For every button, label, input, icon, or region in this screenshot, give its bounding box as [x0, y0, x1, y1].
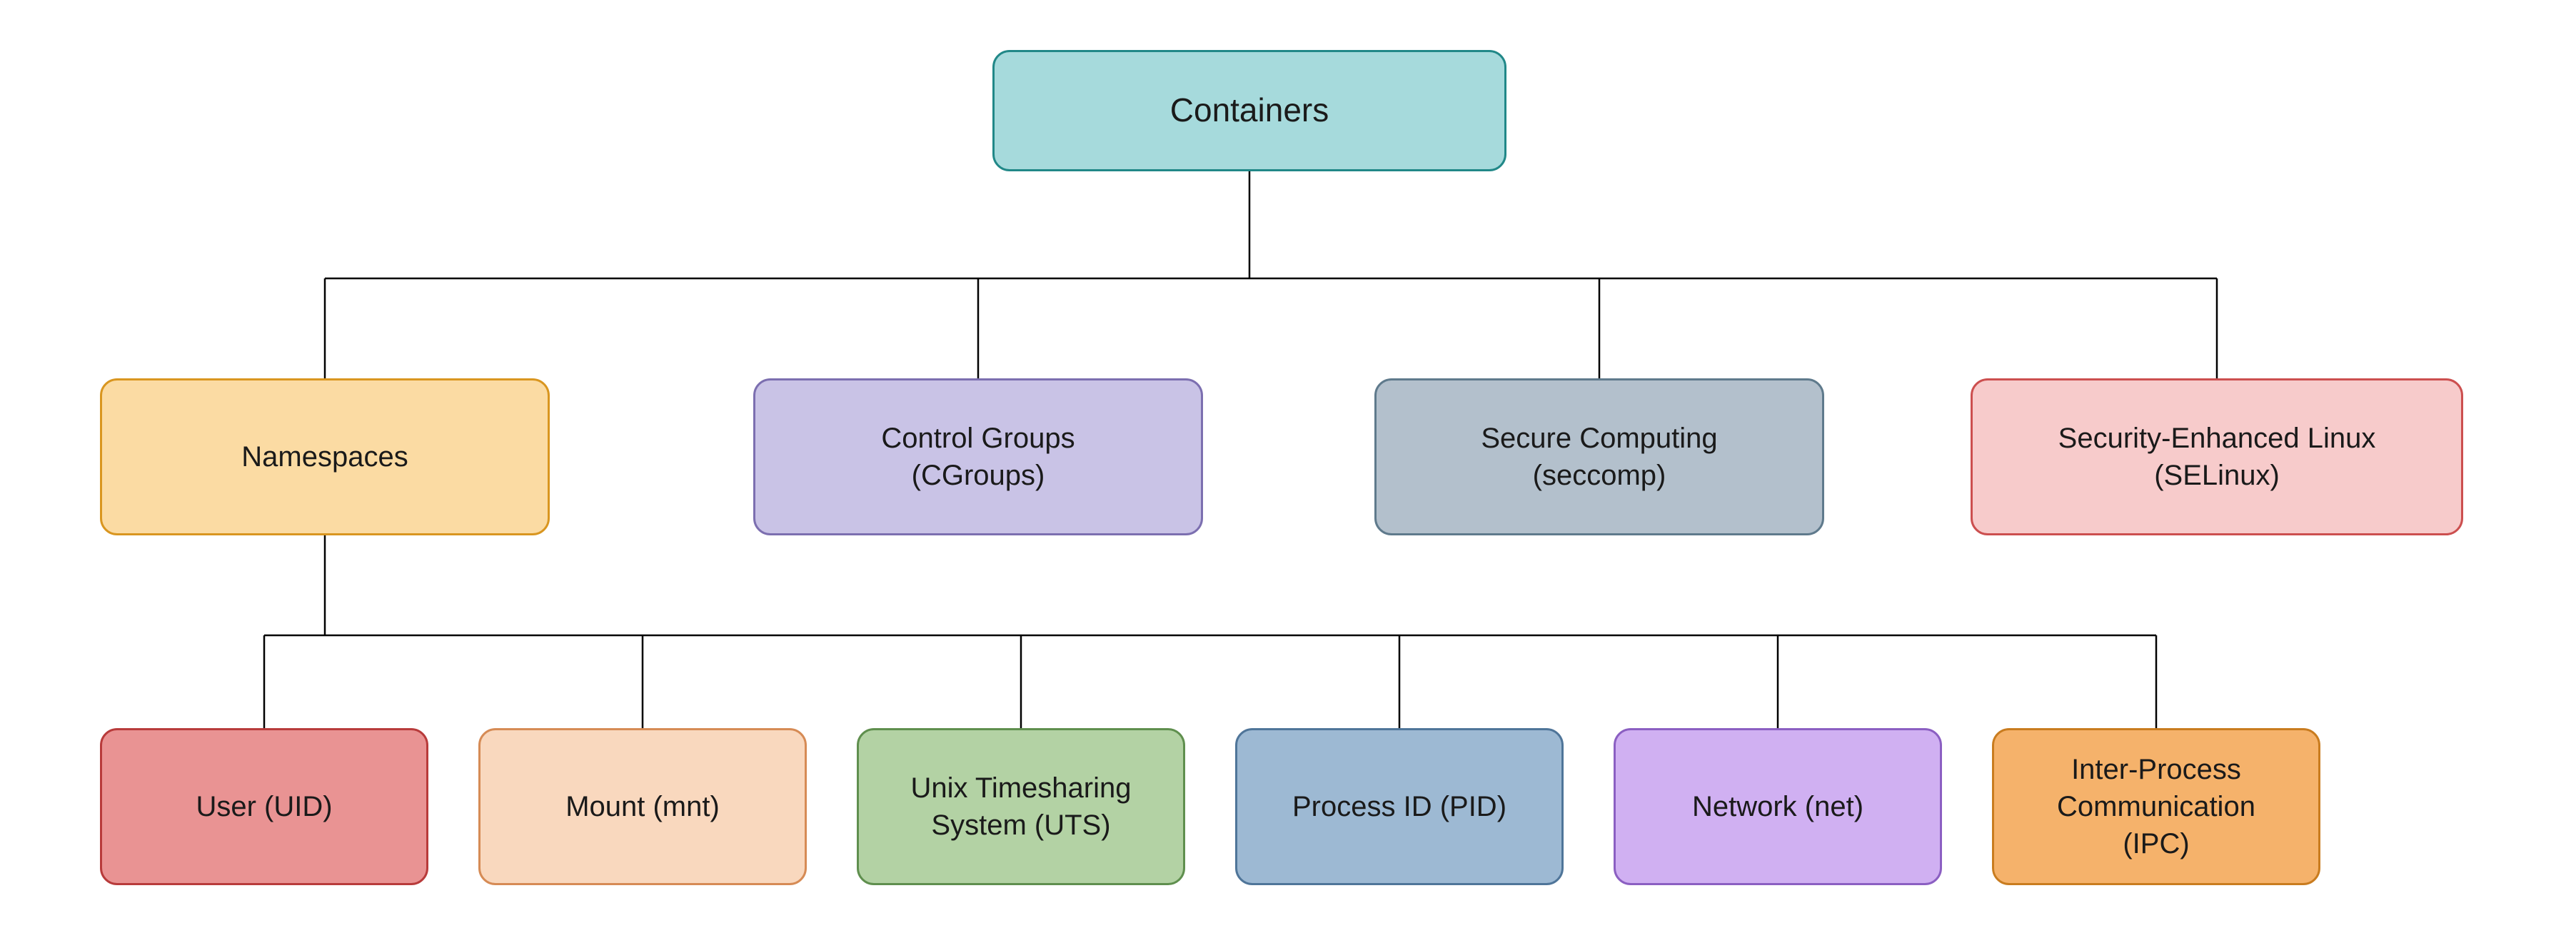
node-containers: Containers	[992, 50, 1506, 171]
node-cgroups: Control Groups(CGroups)	[753, 378, 1203, 535]
node-uts: Unix TimesharingSystem (UTS)	[857, 728, 1185, 885]
node-network: Network (net)	[1614, 728, 1942, 885]
node-pid: Process ID (PID)	[1235, 728, 1564, 885]
node-seccomp: Secure Computing(seccomp)	[1374, 378, 1824, 535]
node-user-uid: User (UID)	[100, 728, 428, 885]
node-namespaces: Namespaces	[100, 378, 550, 535]
node-mount-mnt: Mount (mnt)	[478, 728, 807, 885]
node-ipc: Inter-ProcessCommunication(IPC)	[1992, 728, 2320, 885]
node-selinux: Security-Enhanced Linux(SELinux)	[1971, 378, 2463, 535]
